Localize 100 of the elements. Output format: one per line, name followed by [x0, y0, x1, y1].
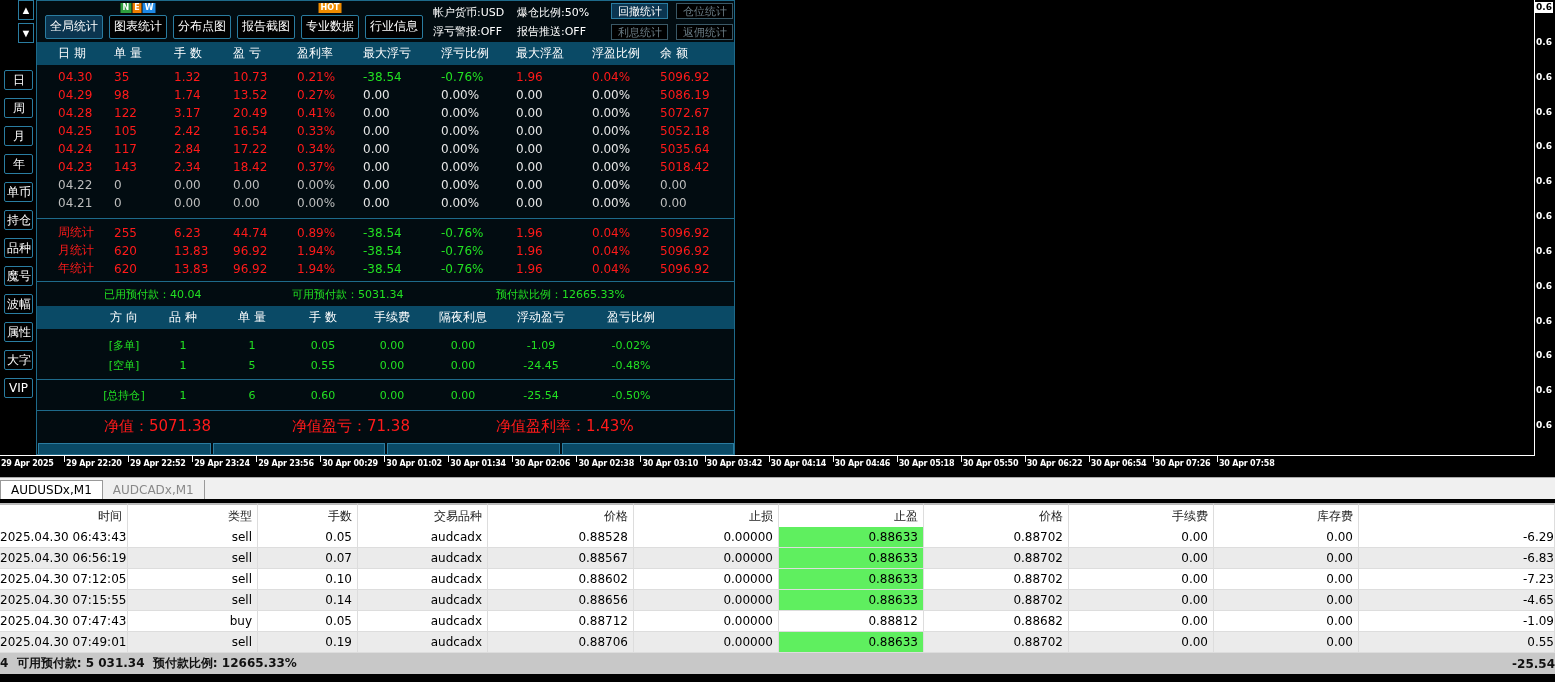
- period-button[interactable]: 持仓: [4, 210, 33, 230]
- stat-tile[interactable]: [387, 443, 560, 454]
- period-button[interactable]: 品种: [4, 238, 33, 258]
- price-label: 0.6: [1535, 385, 1553, 397]
- table-cell: 2025.04.30 07:15:55: [0, 590, 128, 611]
- stat-tile[interactable]: [561, 443, 734, 454]
- column-header: 时间: [0, 503, 128, 527]
- position-cell-text: -0.50%: [610, 388, 652, 402]
- table-cell: 0.07: [258, 548, 358, 569]
- period-button[interactable]: 魔号: [4, 266, 33, 286]
- info-text: 爆仓比例:50%: [517, 4, 591, 20]
- stats-cell-text: 1.96: [516, 243, 544, 258]
- stats-cell-text: 5096.92: [660, 243, 711, 258]
- column-header: 库存费: [1214, 503, 1359, 527]
- panel-tab[interactable]: 专业数据: [301, 14, 359, 39]
- period-button[interactable]: 日: [4, 70, 33, 90]
- panel-tab[interactable]: 图表统计: [109, 14, 167, 39]
- price-label: 0.6: [1535, 36, 1553, 48]
- table-cell: 0.00000: [634, 548, 779, 569]
- table-cell: 0.88567: [488, 548, 634, 569]
- stats-cell-text: 5096.92: [660, 261, 711, 276]
- stats-cell-text: -38.54: [363, 225, 403, 240]
- position-cell-text: [空单]: [107, 357, 141, 373]
- stats-cell-text: 0.34%: [297, 141, 337, 156]
- period-button[interactable]: 月: [4, 126, 33, 146]
- table-cell: 0.00: [1214, 548, 1359, 569]
- price-label: 0.6: [1535, 350, 1553, 362]
- stats-cell-text: 10.73: [233, 69, 269, 84]
- period-button[interactable]: 周: [4, 98, 33, 118]
- stats-cell-text: 0.00%: [441, 159, 481, 174]
- table-cell: 0.14: [258, 590, 358, 611]
- stats-cell-text: 0: [114, 177, 123, 192]
- stats-cell-text: 1.96: [516, 69, 544, 84]
- column-header: 交易品种: [358, 503, 488, 527]
- badge: HOT: [318, 2, 342, 13]
- column-header: 日 期: [58, 45, 87, 63]
- period-button[interactable]: 属性: [4, 322, 33, 342]
- stats-cell-text: 0.00: [174, 177, 202, 192]
- time-label: 29 Apr 22:52: [130, 459, 186, 468]
- stats-cell-text: 04.29: [58, 87, 94, 102]
- table-cell: 0.00: [1214, 590, 1359, 611]
- equity-text: 净值盈利率：1.43%: [496, 417, 635, 437]
- position-cell-text: 0.00: [449, 388, 477, 402]
- panel-tab[interactable]: 全局统计: [45, 14, 103, 39]
- stats-cell-text: 35: [114, 69, 131, 84]
- stats-cell-text: 0.00: [660, 177, 688, 192]
- position-cell-text: 1: [178, 388, 188, 402]
- stats-cell-text: 2.84: [174, 141, 202, 156]
- column-header: 单 量: [114, 45, 143, 63]
- table-cell: 0.00: [1069, 632, 1214, 653]
- scroll-button[interactable]: ▲: [18, 0, 34, 20]
- period-button[interactable]: 大字: [4, 350, 33, 370]
- time-label: 30 Apr 04:46: [834, 459, 891, 468]
- column-header: 手 数: [174, 45, 203, 63]
- stats-cell-text: 0.00: [363, 141, 391, 156]
- stats-cell-text: 0.21%: [297, 69, 337, 84]
- time-label: 30 Apr 00:29: [322, 459, 378, 468]
- position-cell-text: [总持仓]: [102, 387, 146, 403]
- stat-tile[interactable]: [38, 443, 211, 454]
- table-cell: -4.65: [1359, 590, 1555, 611]
- period-button[interactable]: 年: [4, 154, 33, 174]
- column-header: 方 向: [109, 309, 139, 327]
- stats-cell-text: 0.00: [363, 195, 391, 210]
- panel-tab[interactable]: 分布点图: [173, 14, 231, 39]
- stats-cell-text: 5018.42: [660, 159, 711, 174]
- position-cell-text: 6: [247, 388, 257, 402]
- badge: N: [120, 2, 132, 13]
- panel-tab[interactable]: 报告截图: [237, 14, 295, 39]
- stats-cell-text: 0.00: [516, 195, 544, 210]
- badge: W: [142, 2, 156, 13]
- stats-cell-text: 0.00%: [441, 177, 481, 192]
- stat-button[interactable]: 回撤统计: [611, 3, 668, 20]
- panel-tab[interactable]: 行业信息: [365, 14, 423, 39]
- stats-cell-text: 13.52: [233, 87, 269, 102]
- column-header: 手续费: [373, 309, 411, 327]
- period-button[interactable]: VIP: [4, 378, 33, 398]
- period-button[interactable]: 波幅: [4, 294, 33, 314]
- table-cell: 0.88706: [488, 632, 634, 653]
- equity-text: 净值：5071.38: [104, 417, 213, 437]
- column-header: 浮亏比例: [441, 45, 490, 63]
- stats-cell-text: 1.32: [174, 69, 202, 84]
- info-text: 帐户货币:USD: [433, 4, 506, 20]
- stats-cell-text: -0.76%: [441, 69, 485, 84]
- stat-tile[interactable]: [212, 443, 385, 454]
- time-label: 30 Apr 05:50: [962, 459, 1019, 468]
- table-cell: sell: [128, 548, 258, 569]
- position-cell-text: -0.02%: [610, 338, 652, 352]
- column-header: 最大浮亏: [363, 45, 412, 63]
- table-cell: audcadx: [358, 548, 488, 569]
- time-label: 30 Apr 07:58: [1218, 459, 1275, 468]
- stats-cell-text: 0.00%: [592, 195, 632, 210]
- scroll-button[interactable]: ▼: [18, 23, 34, 43]
- stats-cell-text: 0.04%: [592, 69, 632, 84]
- stats-cell-text: 0.00: [174, 195, 202, 210]
- period-button[interactable]: 单币: [4, 182, 33, 202]
- column-header: 最大浮盈: [516, 45, 565, 63]
- price-label: 0.6: [1535, 315, 1553, 327]
- position-cell-text: 5: [247, 358, 257, 372]
- stats-cell-text: 0.41%: [297, 105, 337, 120]
- chart-tab[interactable]: AUDUSDx,M1: [0, 480, 103, 499]
